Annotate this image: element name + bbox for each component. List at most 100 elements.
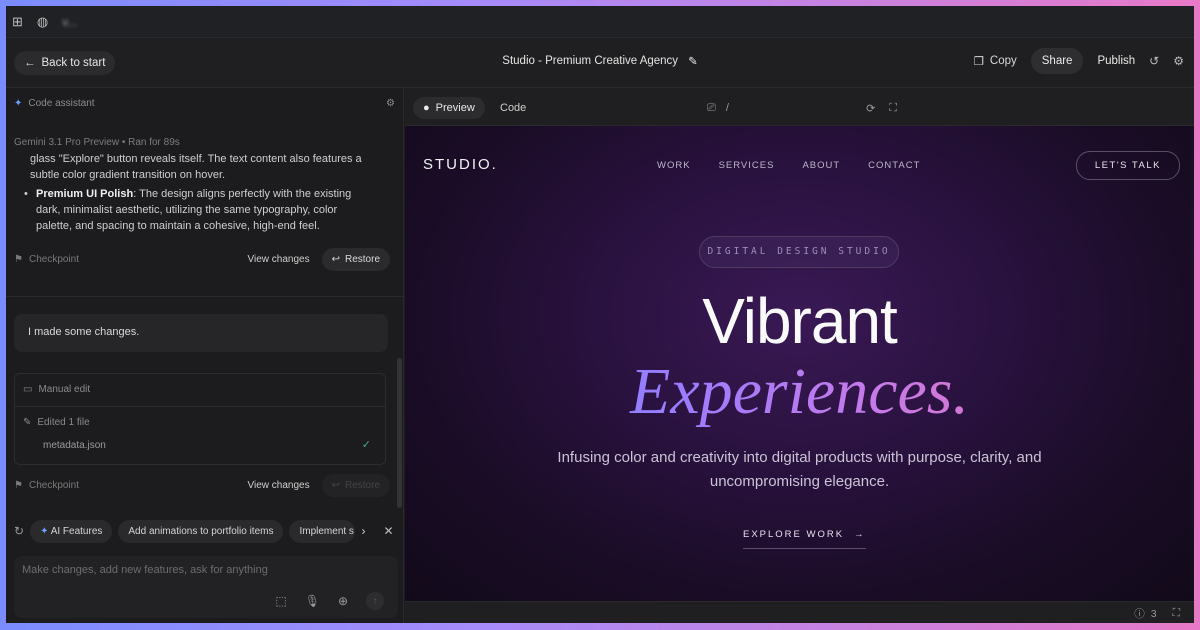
site-logo[interactable]: STUDIO. (423, 156, 498, 173)
preview-url-bar: ⎚ / ⟳ ⛶ (707, 99, 897, 117)
model-meta: Gemini 3.1 Pro Preview • Ran for 89s (14, 137, 180, 148)
gear-icon[interactable]: ⚙ (1173, 54, 1184, 68)
tab-preview[interactable]: ● Preview (413, 97, 485, 119)
hero-headline-gradient: Experiences. (405, 354, 1194, 430)
history-icon[interactable]: ↺ (1149, 54, 1159, 68)
expand-icon: ⛶ (1172, 607, 1180, 619)
apps-grid-icon[interactable]: ⊞ (12, 14, 23, 30)
project-title: Studio - Premium Creative Agency ✎ (502, 54, 697, 68)
lets-talk-button[interactable]: LET'S TALK (1075, 151, 1180, 180)
close-icon[interactable]: ✕ (383, 524, 393, 538)
divider (6, 296, 403, 297)
bullet-dot: • (24, 188, 28, 200)
view-changes-button[interactable]: View changes (248, 480, 310, 491)
browser-bar: ⊞ ◍ v... (6, 6, 1194, 38)
nav-work[interactable]: WORK (657, 160, 691, 171)
manual-edit-card: ▭ Manual edit ✎ Edited 1 file metadata.jso… (14, 373, 386, 465)
restore-icon: ↩ (331, 480, 340, 491)
checkpoint-label: Checkpoint (28, 480, 79, 491)
back-to-start-button[interactable]: ← Back to start (14, 50, 116, 75)
restore-button[interactable]: ↩ Restore (321, 248, 390, 271)
checkpoint-row: ⚑ Checkpoint View changes ↩ Restore (14, 474, 390, 497)
send-button[interactable]: ↑ (366, 592, 384, 610)
manual-edit-label: Manual edit (38, 384, 91, 395)
restore-label: Restore (344, 254, 380, 265)
issues-indicator[interactable]: ⓘ 3 ⛶ (1134, 606, 1180, 621)
app-window: ⊞ ◍ v... ← Back to start Studio - Premiu… (6, 6, 1194, 623)
scrollbar[interactable] (397, 358, 402, 508)
assistant-response: glass "Explore" button reveals itself. T… (24, 151, 374, 232)
share-button[interactable]: Share (1030, 48, 1084, 74)
suggestion-bar: ↻ ✦ AI Features Add animations to portfo… (14, 519, 398, 543)
publish-button[interactable]: Publish (1097, 55, 1135, 67)
suggestion-chip[interactable]: ✦ AI Features (30, 519, 113, 543)
copy-label: Copy (989, 55, 1017, 67)
tab-preview-label: Preview (435, 102, 475, 114)
file-name[interactable]: metadata.json (43, 440, 106, 451)
edited-files-label: Edited 1 file (37, 417, 90, 428)
chip-label: AI Features (50, 525, 103, 537)
assistant-title: Code assistant (28, 98, 95, 109)
restore-label: Restore (344, 480, 380, 491)
url-path[interactable]: / (726, 102, 729, 114)
suggestion-chip[interactable]: Add animations to portfolio items (118, 519, 284, 543)
assistant-header: ✦ Code assistant ⚙ (6, 98, 403, 109)
file-icon: ▭ (23, 384, 33, 395)
add-icon[interactable]: ⊕ (338, 594, 348, 608)
website-preview: STUDIO. WORK SERVICES ABOUT CONTACT LET'… (405, 126, 1194, 601)
input-actions: ⬚ 🎙︎ ⊕ ↑ (275, 592, 384, 610)
preview-panel: ● Preview Code ⎚ / ⟳ ⛶ STUDIO. WORK SERVICE… (405, 88, 1194, 623)
copy-icon: ❐ (973, 56, 984, 68)
preview-footer: ⓘ 3 ⛶ (405, 601, 1194, 623)
divider (15, 406, 385, 407)
arrow-right-icon: → (854, 529, 866, 540)
flag-icon: ⚑ (14, 254, 23, 265)
pencil-icon: ✎ (23, 417, 32, 428)
globe-icon: ◍ (36, 13, 49, 29)
response-bullet: • Premium UI Polish: The design aligns p… (24, 186, 374, 234)
user-message: I made some changes. (14, 314, 388, 352)
microphone-icon[interactable]: 🎙︎ (305, 594, 320, 608)
studio-badge: DIGITAL DESIGN STUDIO (699, 236, 899, 268)
hero-headline: Vibrant (702, 285, 898, 357)
tab-title[interactable]: v... (62, 15, 77, 29)
select-element-icon[interactable]: ⬚ (275, 594, 286, 608)
nav-about[interactable]: ABOUT (802, 160, 840, 171)
reload-icon[interactable]: ⟳ (866, 102, 875, 115)
dot-icon: ● (423, 102, 430, 114)
flag-icon: ⚑ (14, 480, 23, 491)
suggestion-chip[interactable]: Implement s (289, 519, 356, 543)
project-title-text: Studio - Premium Creative Agency (502, 55, 679, 67)
issues-count: 3 (1150, 607, 1157, 620)
sparkle-icon: ✦ (40, 525, 49, 537)
explore-work-button[interactable]: EXPLORE WORK → (743, 529, 866, 549)
checkpoint-row: ⚑ Checkpoint View changes ↩ Restore (14, 248, 390, 271)
nav-contact[interactable]: CONTACT (868, 160, 920, 171)
info-icon: ⓘ (1134, 608, 1145, 620)
top-bar: ← Back to start Studio - Premium Creativ… (6, 38, 1194, 88)
checkpoint-label: Checkpoint (28, 254, 79, 265)
prompt-input[interactable]: Make changes, add new features, ask for … (14, 556, 398, 618)
edited-files-row: ✎ Edited 1 file (23, 417, 90, 428)
manual-edit-row: ▭ Manual edit (23, 384, 90, 395)
back-label: Back to start (41, 56, 106, 69)
check-circle-icon: ✓ (361, 439, 371, 451)
response-paragraph: glass "Explore" button reveals itself. T… (30, 153, 362, 181)
arrow-left-icon: ← (24, 56, 36, 69)
gear-icon[interactable]: ⚙ (386, 98, 395, 109)
devices-icon[interactable]: ⎚ (707, 102, 716, 115)
hero-subtitle: Infusing color and creativity into digit… (557, 449, 1042, 490)
pencil-icon[interactable]: ✎ (688, 54, 698, 68)
nav-services[interactable]: SERVICES (719, 160, 775, 171)
view-changes-button[interactable]: View changes (248, 254, 310, 265)
prompt-placeholder: Make changes, add new features, ask for … (22, 564, 268, 576)
tab-code[interactable]: Code (500, 102, 526, 114)
restore-button[interactable]: ↩ Restore (321, 474, 390, 497)
explore-label: EXPLORE WORK (743, 529, 845, 540)
fullscreen-icon[interactable]: ⛶ (889, 102, 897, 115)
refresh-icon[interactable]: ↻ (14, 524, 24, 538)
chevron-right-icon[interactable]: › (361, 524, 365, 538)
copy-button[interactable]: ❐ Copy (974, 54, 1017, 68)
assistant-panel: ✦ Code assistant ⚙ Gemini 3.1 Pro Preview… (6, 88, 404, 623)
sparkle-icon: ✦ (14, 98, 23, 109)
